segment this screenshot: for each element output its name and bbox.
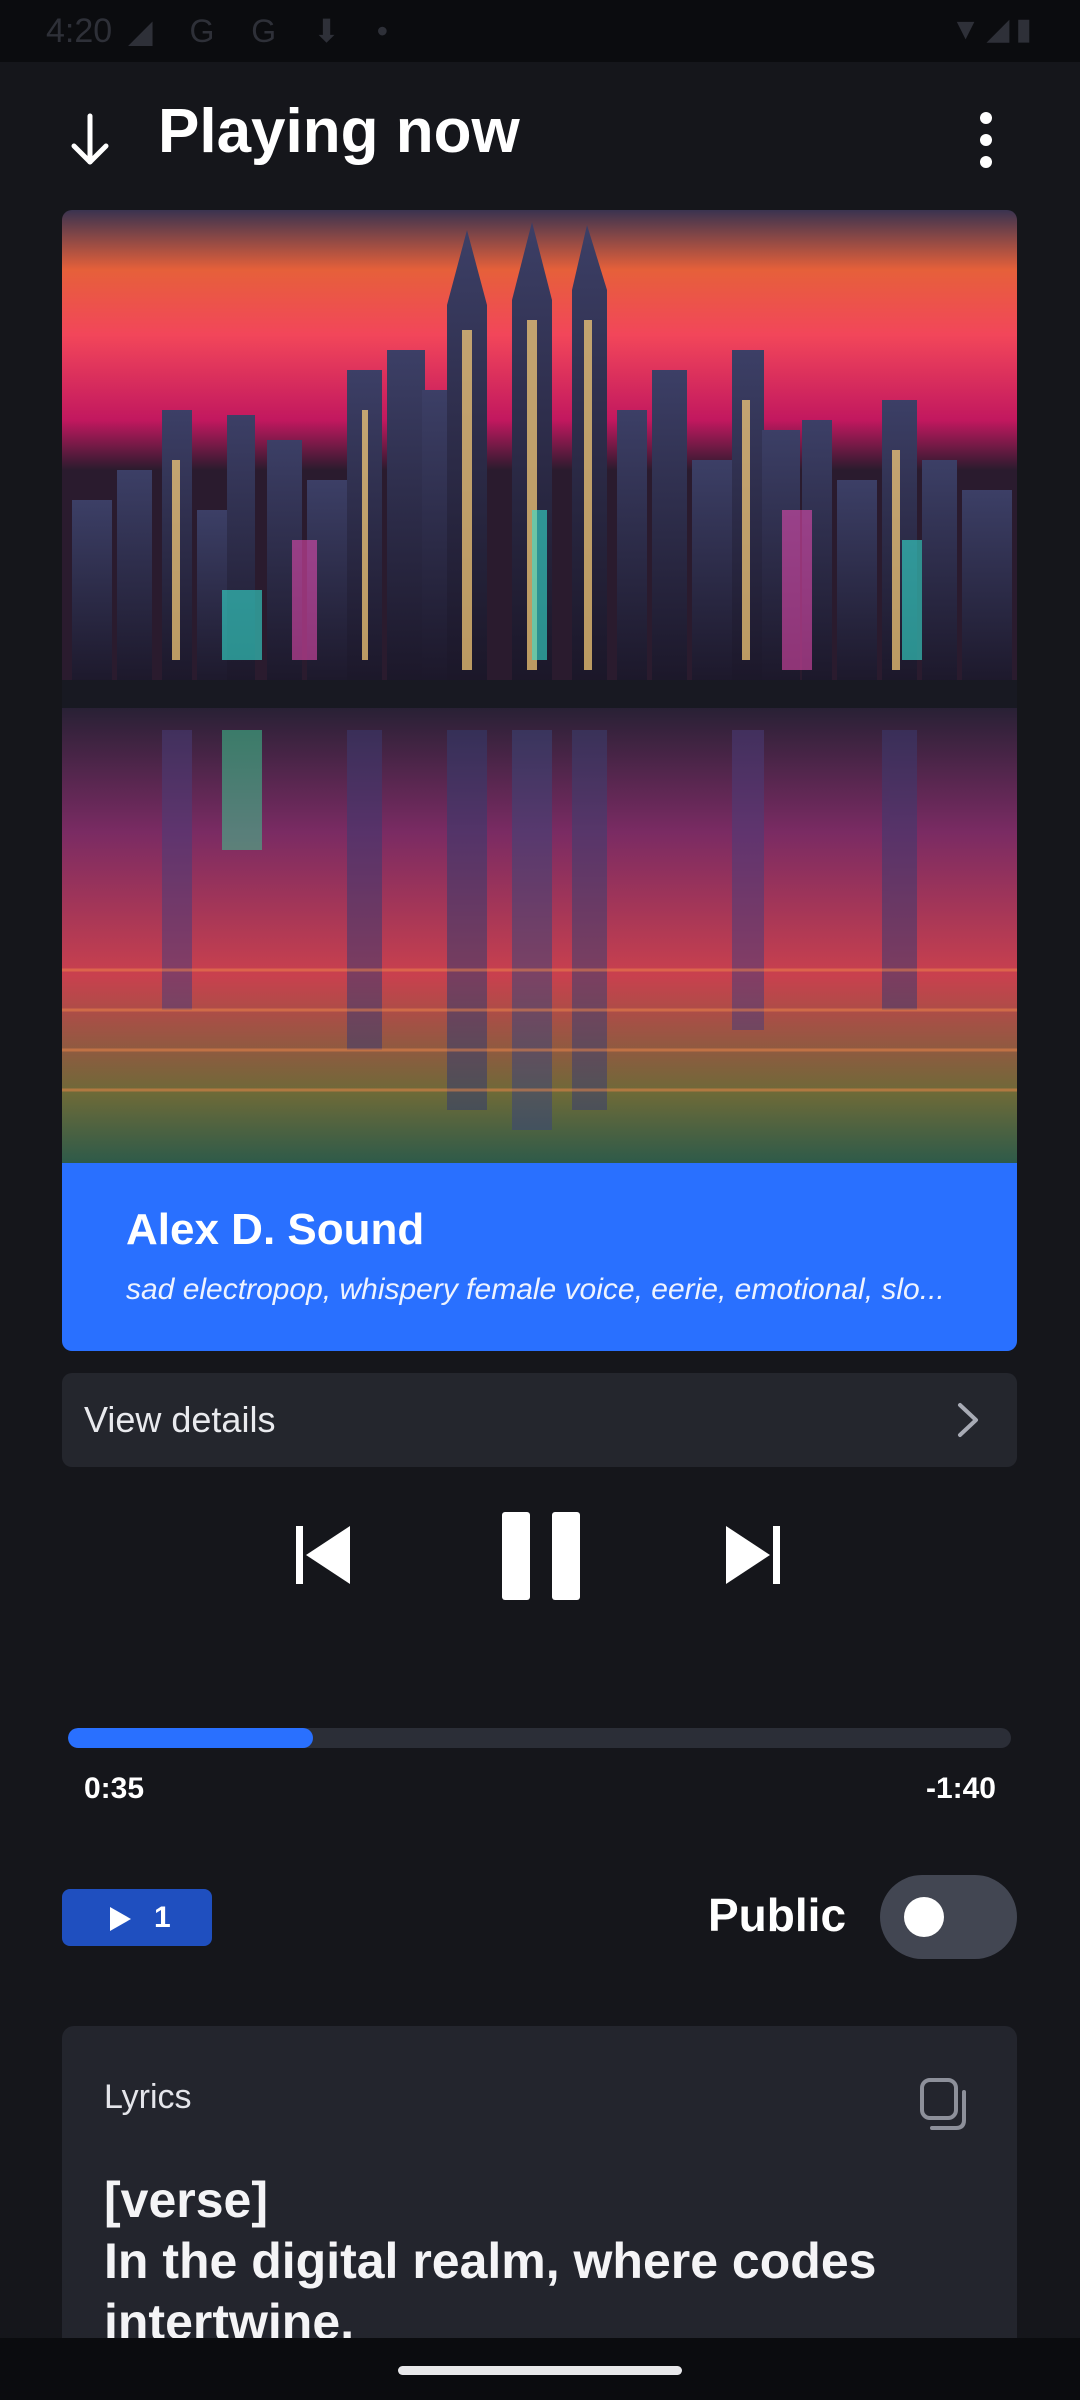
time-remaining: -1:40 <box>925 1772 996 1805</box>
skip-previous-icon[interactable] <box>288 1520 358 1590</box>
progress-fill <box>68 1728 314 1748</box>
now-playing-screen: Playing now Alex D. Sound sad electropop… <box>0 62 1080 2338</box>
arrow-down-icon[interactable] <box>66 110 114 170</box>
notification-icons: ◢ G G ⬇ • <box>128 13 402 49</box>
lyrics-text: [verse] In the digital realm, where code… <box>104 2172 877 2338</box>
lyrics-card: Lyrics [verse] In the digital realm, whe… <box>62 2026 1017 2338</box>
public-toggle[interactable] <box>880 1875 1017 1959</box>
navigation-bar <box>0 2338 1080 2400</box>
playback-controls <box>0 1492 1080 1632</box>
app-bar: Playing now <box>0 62 1080 210</box>
public-label: Public <box>708 1889 847 1941</box>
toggle-knob <box>904 1897 944 1937</box>
time-elapsed: 0:35 <box>84 1772 145 1805</box>
more-vertical-icon[interactable] <box>968 108 1004 172</box>
song-artist: Alex D. Sound <box>126 1205 425 1254</box>
skip-next-icon[interactable] <box>718 1520 788 1590</box>
play-count: 1 <box>154 1901 171 1934</box>
album-artwork <box>62 210 1017 1165</box>
play-count-badge: 1 <box>62 1889 212 1946</box>
song-tags: sad electropop, whispery female voice, e… <box>126 1273 945 1306</box>
progress-bar[interactable] <box>68 1728 1011 1748</box>
song-info-card[interactable]: Alex D. Sound sad electropop, whispery f… <box>62 1163 1017 1351</box>
home-handle[interactable] <box>398 2366 682 2375</box>
lyrics-title: Lyrics <box>104 2078 192 2116</box>
view-details-label: View details <box>84 1399 276 1440</box>
copy-icon[interactable] <box>918 2076 970 2132</box>
city-skyline-artwork <box>62 210 1017 1165</box>
pause-icon[interactable] <box>496 1508 586 1604</box>
status-bar: 4:20 ◢ G G ⬇ • ▼◢▮ <box>0 0 1080 62</box>
view-details-button[interactable]: View details <box>62 1373 1017 1467</box>
play-icon <box>110 1907 131 1931</box>
status-time: 4:20 <box>46 12 113 50</box>
page-title: Playing now <box>158 97 520 166</box>
system-status-icons: ▼◢▮ <box>950 13 1038 46</box>
chevron-right-icon <box>958 1403 978 1437</box>
